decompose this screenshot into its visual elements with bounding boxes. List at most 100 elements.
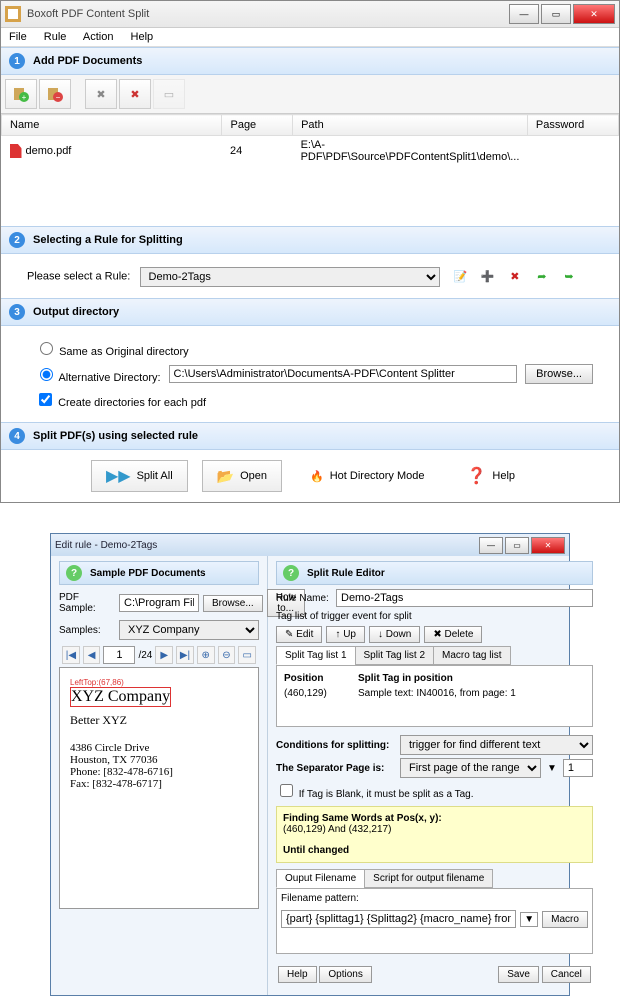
maximize-button-2[interactable]: ▭ (505, 537, 529, 554)
col-name[interactable]: Name (2, 115, 222, 136)
pdf-preview[interactable]: LeftTop:(67,86) XYZ Company Better XYZ 4… (59, 667, 259, 909)
svg-text:−: − (56, 93, 61, 102)
page-nav: |◀ ◀ /24 ▶ ▶| ⊕ ⊖ ▭ (59, 643, 259, 667)
radio-alt[interactable]: Alternative Directory: (35, 365, 161, 384)
page-input[interactable] (103, 646, 135, 664)
zoom-in-icon[interactable]: ⊕ (197, 646, 215, 664)
macro-button[interactable]: Macro (542, 911, 588, 928)
remove-file-button[interactable]: − (39, 79, 71, 109)
tab-macrolist[interactable]: Macro tag list (433, 646, 510, 665)
preview-addr1: 4386 Circle Drive (70, 742, 248, 754)
sample-docs-header: ?Sample PDF Documents (59, 561, 259, 585)
alt-dir-input[interactable] (169, 365, 518, 383)
toolbar: + − ✖ ✖ ▭ (1, 75, 619, 114)
prev-page-icon[interactable]: ◀ (83, 646, 101, 664)
output-panel: Same as Original directory Alternative D… (1, 326, 619, 422)
close-button-2[interactable]: ✕ (531, 537, 565, 554)
separator-label: The Separator Page is: (276, 763, 396, 774)
preview-fax: Fax: [832-478-6717] (70, 778, 248, 790)
tools-button[interactable]: ✖ (85, 79, 117, 109)
window-title: Boxoft PDF Content Split (27, 8, 509, 20)
menu-rule[interactable]: Rule (44, 31, 67, 43)
fit-icon[interactable]: ▭ (238, 646, 256, 664)
open-button[interactable]: 📂Open (202, 460, 282, 492)
cancel-button[interactable]: Cancel (542, 966, 591, 983)
conditions-label: Conditions for splitting: (276, 740, 396, 751)
table-row[interactable]: demo.pdf 24 E:\A-PDF\PDF\Source\PDFConte… (2, 136, 619, 167)
maximize-button[interactable]: ▭ (541, 4, 571, 24)
preview-company: XYZ Company (70, 687, 171, 707)
col-path[interactable]: Path (293, 115, 528, 136)
dropdown-icon[interactable]: ▼ (520, 912, 538, 927)
preview-slogan: Better XYZ (70, 713, 248, 728)
edit-icon: ✎ (285, 629, 293, 640)
browse-button-2[interactable]: Browse... (203, 595, 263, 612)
menu-file[interactable]: File (9, 31, 27, 43)
pdf-sample-label: PDF Sample: (59, 592, 115, 614)
minimize-button[interactable]: — (509, 4, 539, 24)
export-rule-icon[interactable]: ➦ (530, 264, 554, 288)
down-button[interactable]: ↓ Down (369, 626, 420, 643)
menubar: File Rule Action Help (1, 28, 619, 47)
separator-select[interactable]: First page of the range (400, 758, 541, 778)
zoom-out-icon[interactable]: ⊖ (218, 646, 236, 664)
close-button[interactable]: ✕ (573, 4, 615, 24)
edit-rule-window: Edit rule - Demo-2Tags — ▭ ✕ ?Sample PDF… (50, 533, 570, 996)
rule-name-input[interactable] (336, 589, 593, 607)
minimize-button-2[interactable]: — (479, 537, 503, 554)
edit-rule-icon[interactable]: 📝 (449, 264, 473, 288)
help-button[interactable]: ❓Help (452, 460, 529, 492)
col-splittag[interactable]: Split Tag in position (357, 672, 586, 685)
up-icon: ↑ (335, 629, 340, 640)
conditions-select[interactable]: trigger for find different text (400, 735, 593, 755)
col-position[interactable]: Position (283, 672, 355, 685)
main-window: Boxoft PDF Content Split — ▭ ✕ File Rule… (0, 0, 620, 503)
up-button[interactable]: ↑ Up (326, 626, 365, 643)
play-icon: ▶▶ (106, 466, 131, 486)
finding-coords: (460,129) And (432,217) (283, 824, 586, 835)
rule-select[interactable]: Demo-2Tags (140, 267, 440, 287)
import-rule-icon[interactable]: ➥ (557, 264, 581, 288)
file-table: Name Page Path Password demo.pdf 24 E:\A… (1, 114, 619, 166)
hot-dir-button[interactable]: 🔥Hot Directory Mode (296, 460, 438, 492)
section-4-header: 4Split PDF(s) using selected rule (1, 422, 619, 450)
options-button[interactable]: Options (319, 966, 371, 983)
save-button[interactable]: Save (498, 966, 539, 983)
first-page-icon[interactable]: |◀ (62, 646, 80, 664)
delete-rule-icon[interactable]: ✖ (503, 264, 527, 288)
radio-same[interactable]: Same as Original directory (35, 346, 189, 358)
menu-action[interactable]: Action (83, 31, 114, 43)
coord-hint: LeftTop:(67,86) (70, 678, 248, 687)
tab-taglist2[interactable]: Split Tag list 2 (355, 646, 435, 665)
delete-tag-button[interactable]: ✖ Delete (424, 626, 482, 643)
checkbox-createdirs[interactable]: Create directories for each pdf (35, 397, 206, 409)
add-rule-icon[interactable]: ➕ (476, 264, 500, 288)
help-button-2[interactable]: Help (278, 966, 317, 983)
last-page-icon[interactable]: ▶| (176, 646, 194, 664)
pattern-input[interactable] (281, 910, 516, 928)
browse-button[interactable]: Browse... (525, 364, 593, 384)
col-page[interactable]: Page (222, 115, 293, 136)
samples-select[interactable]: XYZ Company (119, 620, 259, 640)
tag-row[interactable]: (460,129)Sample text: IN40016, from page… (283, 687, 586, 700)
section-3-header: 3Output directory (1, 298, 619, 326)
pattern-label: Filename pattern: (281, 893, 588, 904)
tab-output-script[interactable]: Script for output filename (364, 869, 493, 888)
folder-icon: 📂 (217, 468, 234, 485)
menu-help[interactable]: Help (131, 31, 154, 43)
blank-tag-checkbox[interactable]: If Tag is Blank, it must be split as a T… (276, 781, 474, 800)
tab-output-filename[interactable]: Ouput Filename (276, 869, 365, 888)
edit-tag-button[interactable]: ✎ Edit (276, 626, 322, 643)
add-file-button[interactable]: + (5, 79, 37, 109)
split-all-button[interactable]: ▶▶Split All (91, 460, 188, 492)
clear-button[interactable]: ✖ (119, 79, 151, 109)
tab-taglist1[interactable]: Split Tag list 1 (276, 646, 356, 665)
sep-num-input[interactable] (563, 759, 593, 777)
col-password[interactable]: Password (527, 115, 618, 136)
preview-addr2: Houston, TX 77036 (70, 754, 248, 766)
next-page-icon[interactable]: ▶ (155, 646, 173, 664)
section-1-header: 1Add PDF Documents (1, 47, 619, 75)
down-icon: ↓ (378, 629, 383, 640)
tag-table: PositionSplit Tag in position (460,129)S… (276, 665, 593, 727)
pdf-sample-input[interactable] (119, 594, 199, 612)
